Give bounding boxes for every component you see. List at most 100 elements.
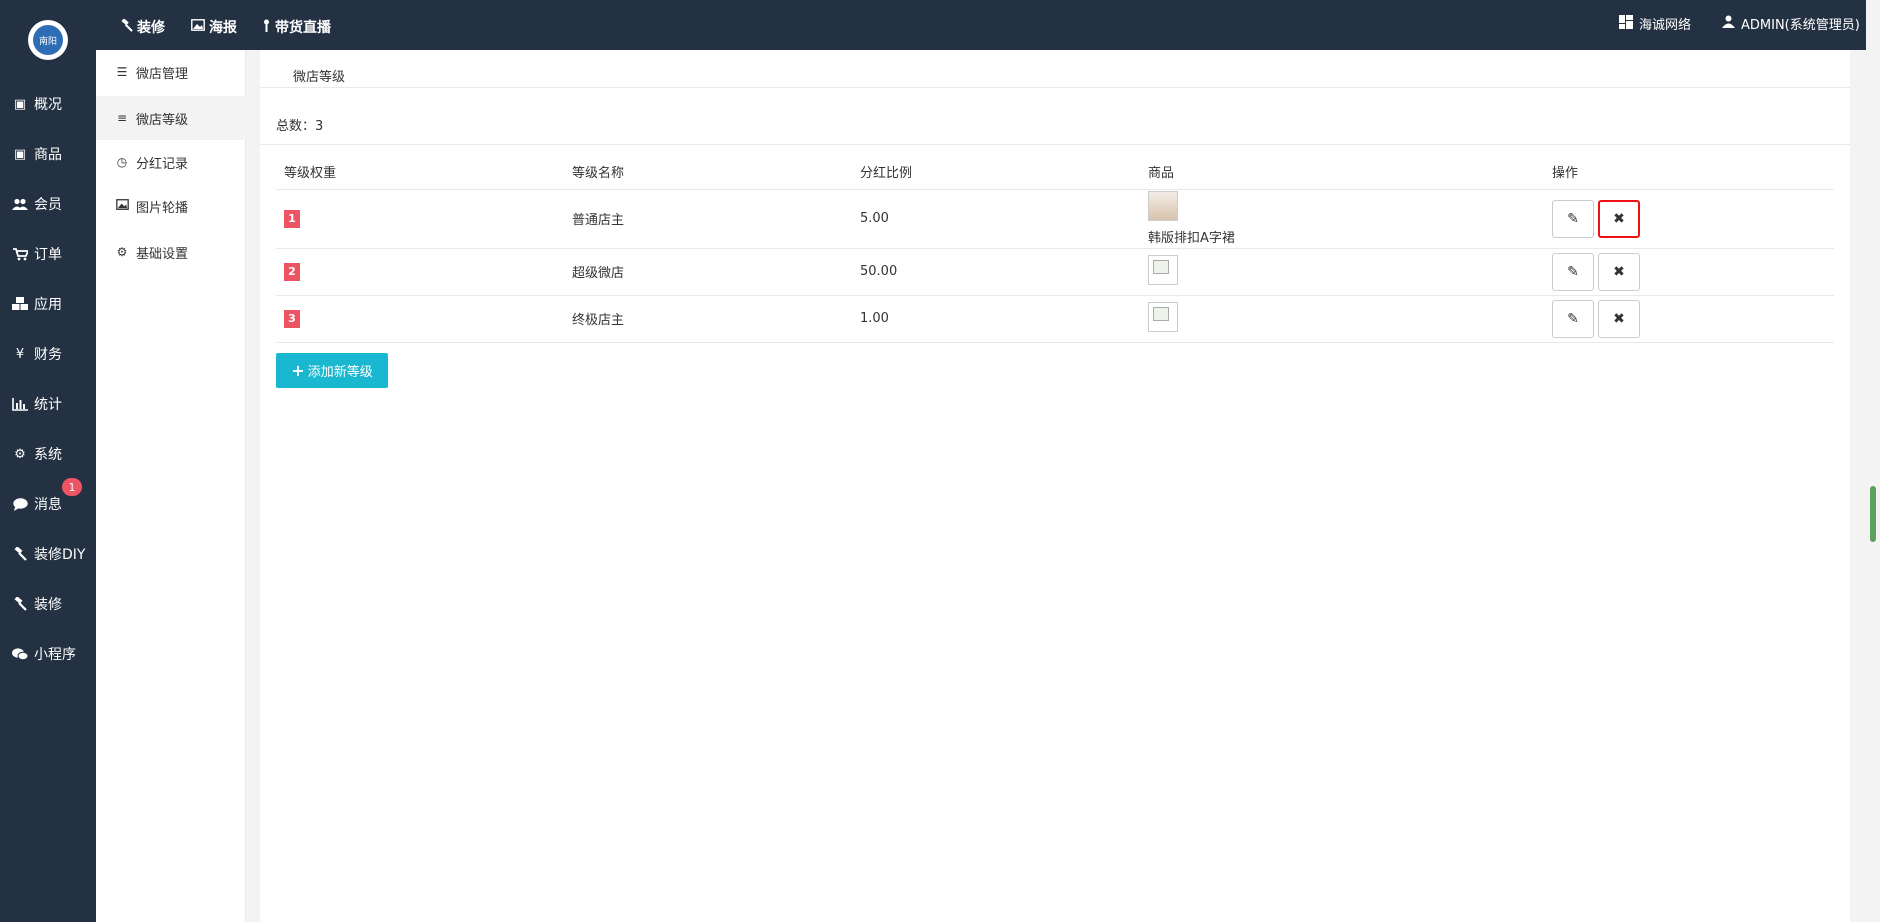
sidebar-item-system[interactable]: ⚙ 系统 [0, 434, 96, 474]
user-name: ADMIN(系统管理员) [1741, 18, 1860, 33]
close-icon: ✖ [1613, 210, 1625, 227]
yen-icon: ¥ [15, 346, 25, 362]
company-link[interactable]: 海诚网络 [1619, 14, 1691, 33]
sidebar-item-label: 概况 [34, 97, 62, 113]
table-row: 2 超级微店 50.00 ✎ ✖ [276, 248, 1834, 296]
sidebar-item-label: 统计 [34, 397, 62, 413]
user-icon [1722, 15, 1735, 32]
sidebar-item-label: 订单 [34, 247, 62, 263]
logo[interactable]: 南阳 [28, 20, 68, 60]
gears-icon: ⚙ [14, 446, 26, 462]
company-name: 海诚网络 [1639, 18, 1692, 33]
divider [260, 144, 1850, 145]
table-row: 3 终极店主 1.00 ✎ ✖ [276, 295, 1834, 343]
delete-button[interactable]: ✖ [1598, 299, 1640, 338]
cart-icon [12, 247, 28, 261]
sidebar-item-label: 系统 [34, 447, 62, 463]
col-product: 商品 [1140, 155, 1544, 190]
gavel-icon [120, 17, 133, 36]
sidebar-item-stats[interactable]: 统计 [0, 384, 96, 424]
table-header-row: 等级权重 等级名称 分红比例 商品 操作 [276, 155, 1834, 190]
name-cell: 超级微店 [564, 248, 852, 296]
bar-chart-icon [12, 397, 28, 411]
sidebar-item-label: 小程序 [34, 647, 76, 663]
main-content: 微店等级 总数：3 等级权重 等级名称 分红比例 商品 操作 1 普通店主 5.… [246, 50, 1866, 922]
edit-icon: ✎ [1567, 310, 1579, 327]
product-cell: 韩版排扣A字裙 [1140, 189, 1544, 249]
product-cell [1140, 248, 1544, 296]
weight-badge: 2 [284, 262, 300, 281]
subnav-item-shop-level[interactable]: ≡ 微店等级 [96, 96, 246, 140]
col-actions: 操作 [1544, 155, 1834, 190]
wechat-icon [12, 647, 28, 661]
edit-button[interactable]: ✎ [1552, 252, 1594, 291]
product-name: 韩版排扣A字裙 [1148, 231, 1235, 246]
subnav-item-label: 微店管理 [136, 66, 189, 82]
sidebar-item-apps[interactable]: 应用 [0, 284, 96, 324]
goods-icon: ▣ [13, 146, 27, 162]
apps-icon [12, 297, 28, 311]
comment-icon [12, 497, 28, 511]
top-link-poster[interactable]: 海报 [191, 17, 237, 37]
edit-button[interactable]: ✎ [1552, 199, 1594, 238]
list-icon: ☰ [116, 65, 128, 79]
user-menu[interactable]: ADMIN(系统管理员) [1722, 14, 1860, 33]
scrollbar-thumb[interactable] [1870, 486, 1876, 542]
name-cell: 终极店主 [564, 295, 852, 343]
delete-button[interactable]: ✖ [1598, 199, 1640, 238]
image-icon [191, 19, 205, 35]
gavel-icon [12, 597, 28, 611]
edit-button[interactable]: ✎ [1552, 299, 1594, 338]
subnav-item-label: 微店等级 [136, 112, 189, 128]
sidebar-item-members[interactable]: 会员 [0, 184, 96, 224]
add-level-label: 添加新等级 [307, 365, 373, 380]
edit-icon: ✎ [1567, 210, 1579, 227]
table-row: 1 普通店主 5.00 韩版排扣A字裙 ✎ ✖ [276, 189, 1834, 249]
dashboard-icon: ▣ [13, 96, 27, 112]
level-table: 等级权重 等级名称 分红比例 商品 操作 1 普通店主 5.00 韩版排扣A字裙 [276, 155, 1834, 343]
divider [260, 87, 1850, 88]
sidebar-item-goods[interactable]: ▣ 商品 [0, 134, 96, 174]
gears-icon: ⚙ [116, 245, 128, 259]
sidebar-item-finance[interactable]: ¥ 财务 [0, 334, 96, 374]
broken-image-icon [1148, 254, 1178, 285]
sidebar-item-decor-diy[interactable]: 装修DIY [0, 534, 96, 574]
main-sidebar: 南阳 ▣ 概况 ▣ 商品 会员 订单 应用 ¥ 财务 统计 ⚙ 系统 消息 1 … [0, 0, 96, 922]
delete-button[interactable]: ✖ [1598, 252, 1640, 291]
product-cell [1140, 295, 1544, 343]
col-ratio: 分红比例 [852, 155, 1140, 190]
plus-icon: + [291, 361, 305, 380]
col-name: 等级名称 [564, 155, 852, 190]
align-left-icon: ≡ [116, 111, 128, 125]
subnav-item-dividend-records[interactable]: ◷ 分红记录 [96, 140, 246, 184]
subnav-item-carousel[interactable]: 图片轮播 [96, 184, 246, 228]
sidebar-item-label: 装修DIY [34, 547, 86, 563]
page-scrollbar[interactable] [1866, 0, 1880, 922]
live-icon [262, 19, 271, 36]
actions-cell: ✎ ✖ [1544, 295, 1834, 343]
sidebar-item-label: 装修 [34, 597, 62, 613]
users-icon [12, 198, 28, 211]
sidebar-item-orders[interactable]: 订单 [0, 234, 96, 274]
logo-mark: 南阳 [33, 25, 63, 55]
clock-icon: ◷ [116, 155, 128, 169]
image-icon [114, 199, 130, 213]
add-level-button[interactable]: + 添加新等级 [276, 353, 388, 388]
top-link-live[interactable]: 带货直播 [262, 17, 331, 37]
subnav-item-basic-settings[interactable]: ⚙ 基础设置 [96, 230, 246, 274]
sidebar-item-decor[interactable]: 装修 [0, 584, 96, 624]
sidebar-item-messages[interactable]: 消息 1 [0, 478, 96, 524]
subnav-item-shop-manage[interactable]: ☰ 微店管理 [96, 50, 246, 94]
actions-cell: ✎ ✖ [1544, 189, 1834, 249]
weight-cell: 3 [276, 295, 564, 343]
top-link-decor[interactable]: 装修 [120, 17, 165, 37]
sidebar-item-overview[interactable]: ▣ 概况 [0, 84, 96, 124]
ratio-cell: 1.00 [852, 295, 1140, 343]
sidebar-item-miniprogram[interactable]: 小程序 [0, 634, 96, 674]
tab-shop-level[interactable]: 微店等级 [293, 66, 345, 85]
subnav-item-label: 分红记录 [136, 156, 189, 172]
top-bar: 装修 海报 带货直播 海诚网络 ADMIN(系统管理员) [96, 0, 1880, 50]
weight-badge: 3 [284, 309, 300, 328]
message-count-badge: 1 [62, 478, 82, 496]
sidebar-item-label: 商品 [34, 147, 62, 163]
